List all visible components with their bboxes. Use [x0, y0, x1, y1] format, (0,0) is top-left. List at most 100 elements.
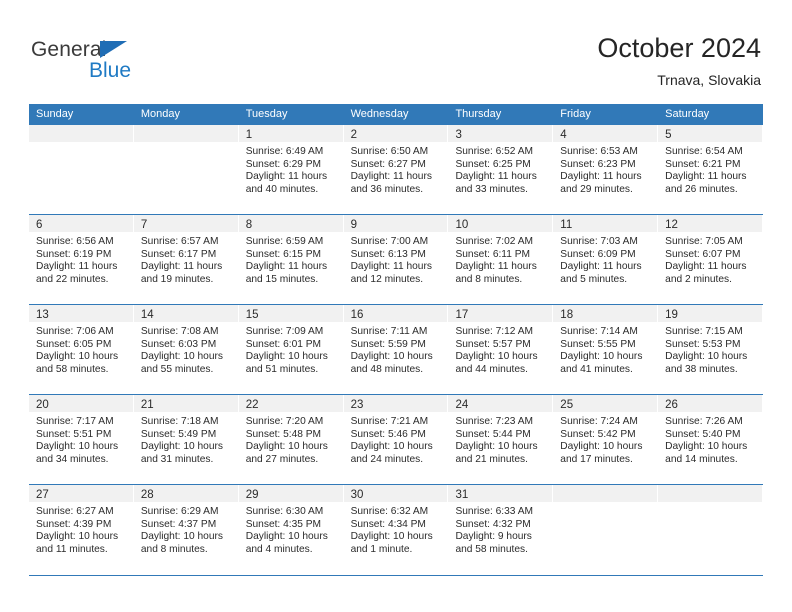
weekday-friday: Friday [560, 108, 591, 120]
calendar-day-cell-empty [553, 485, 659, 574]
calendar-day-cell[interactable]: 19 Sunrise: 7:15 AM Sunset: 5:53 PM Dayligh… [658, 305, 764, 394]
sunrise-text: Sunrise: 7:09 AM [245, 326, 324, 337]
day-number: 10 [455, 219, 469, 231]
daylight-text-line1: Daylight: 10 hours [140, 531, 223, 543]
calendar-day-cell[interactable]: 15 Sunrise: 7:09 AM Sunset: 6:01 PM Dayligh… [238, 305, 344, 394]
calendar-day-cell[interactable]: 6 Sunrise: 6:56 AM Sunset: 6:19 PM Daylight… [29, 215, 134, 304]
calendar-day-cell[interactable]: 4 Sunrise: 6:53 AM Sunset: 6:23 PM Daylight… [553, 125, 659, 214]
day-number: 26 [665, 399, 678, 411]
sunset-text: Sunset: 5:48 PM [245, 428, 322, 440]
calendar-day-cell[interactable]: 28 Sunrise: 6:29 AM Sunset: 4:37 PM Dayligh… [133, 485, 239, 574]
calendar-day-cell[interactable]: 17 Sunrise: 7:12 AM Sunset: 5:57 PM Dayligh… [448, 305, 554, 394]
calendar-day-cell[interactable]: 11 Sunrise: 7:03 AM Sunset: 6:09 PM Dayligh… [553, 215, 659, 304]
daylight-text-line1: Daylight: 11 hours [350, 171, 432, 183]
daylight-text-line1: Daylight: 11 hours [36, 261, 118, 273]
title-block: October 2024 Trnava, Slovakia [597, 32, 761, 90]
sunrise-text: Sunrise: 7:23 AM [455, 416, 534, 427]
day-number: 18 [560, 309, 574, 321]
day-number: 2 [350, 129, 357, 141]
sunset-text: Sunset: 6:29 PM [245, 158, 322, 170]
daylight-text-line1: Daylight: 10 hours [36, 441, 119, 453]
calendar-day-cell[interactable]: 2 Sunrise: 6:50 AM Sunset: 6:27 PM Daylight… [343, 125, 449, 214]
daylight-text-line1: Daylight: 10 hours [350, 531, 433, 543]
daylight-text-line1: Daylight: 11 hours [455, 171, 537, 183]
sunrise-text: Sunrise: 7:14 AM [560, 326, 638, 337]
sun-info: Sunrise: 7:08 AM Sunset: 6:03 PM Daylight:… [134, 322, 238, 376]
sunset-text: Sunset: 4:32 PM [455, 518, 531, 530]
daylight-text-line1: Daylight: 11 hours [245, 261, 328, 273]
calendar-day-cell[interactable]: 24 Sunrise: 7:23 AM Sunset: 5:44 PM Dayligh… [448, 395, 554, 484]
day-number-band: 11 [553, 215, 658, 232]
calendar-day-cell[interactable]: 26 Sunrise: 7:26 AM Sunset: 5:40 PM Dayligh… [658, 395, 764, 484]
sun-info: Sunrise: 7:09 AM Sunset: 6:01 PM Daylight:… [239, 322, 343, 376]
day-number-band: 12 [658, 215, 763, 232]
sun-info: Sunrise: 7:00 AM Sunset: 6:13 PM Daylight:… [344, 232, 448, 286]
day-number: 16 [350, 309, 364, 321]
day-number-band: 31 [448, 485, 553, 502]
calendar-week-row: 13 Sunrise: 7:06 AM Sunset: 6:05 PM Dayligh… [29, 304, 764, 394]
daylight-text-line2: and 33 minutes. [455, 183, 528, 195]
daylight-text-line2: and 8 minutes. [455, 273, 523, 285]
day-number-band: 16 [343, 305, 448, 322]
calendar-day-cell[interactable]: 22 Sunrise: 7:20 AM Sunset: 5:48 PM Dayligh… [238, 395, 344, 484]
sunset-text: Sunset: 6:13 PM [350, 248, 426, 260]
calendar-day-cell[interactable]: 29 Sunrise: 6:30 AM Sunset: 4:35 PM Dayligh… [238, 485, 344, 574]
day-number: 25 [560, 399, 574, 411]
triangle-icon [100, 41, 127, 58]
calendar-day-cell[interactable]: 14 Sunrise: 7:08 AM Sunset: 6:03 PM Dayligh… [133, 305, 239, 394]
calendar-day-cell[interactable]: 21 Sunrise: 7:18 AM Sunset: 5:49 PM Dayligh… [133, 395, 239, 484]
day-number: 15 [245, 309, 259, 321]
day-number: 29 [245, 489, 259, 501]
calendar-day-cell[interactable]: 1 Sunrise: 6:49 AM Sunset: 6:29 PM Daylight… [238, 125, 344, 214]
daylight-text-line1: Daylight: 11 hours [560, 171, 642, 183]
calendar-day-cell[interactable]: 23 Sunrise: 7:21 AM Sunset: 5:46 PM Dayligh… [343, 395, 449, 484]
calendar-day-cell[interactable]: 20 Sunrise: 7:17 AM Sunset: 5:51 PM Dayligh… [29, 395, 134, 484]
calendar-day-cell[interactable]: 27 Sunrise: 6:27 AM Sunset: 4:39 PM Dayligh… [29, 485, 134, 574]
brand-logo[interactable]: General Blue [31, 38, 181, 86]
calendar-day-cell[interactable]: 3 Sunrise: 6:52 AM Sunset: 6:25 PM Daylight… [448, 125, 554, 214]
calendar-day-cell[interactable]: 7 Sunrise: 6:57 AM Sunset: 6:17 PM Daylight… [133, 215, 239, 304]
sunset-text: Sunset: 6:23 PM [560, 158, 636, 170]
sun-info: Sunrise: 6:32 AM Sunset: 4:34 PM Daylight:… [344, 502, 448, 556]
day-number: 12 [665, 219, 678, 231]
daylight-text-line2: and 8 minutes. [140, 543, 208, 555]
daylight-text-line1: Daylight: 10 hours [560, 351, 643, 363]
day-number: 19 [665, 309, 678, 321]
weekday-saturday: Saturday [665, 108, 710, 120]
calendar-day-cell[interactable]: 13 Sunrise: 7:06 AM Sunset: 6:05 PM Dayligh… [29, 305, 134, 394]
daylight-text-line1: Daylight: 10 hours [560, 441, 643, 453]
sunrise-text: Sunrise: 7:15 AM [665, 326, 743, 337]
day-number-band: 5 [658, 125, 763, 142]
calendar-day-cell[interactable]: 12 Sunrise: 7:05 AM Sunset: 6:07 PM Dayligh… [658, 215, 764, 304]
calendar-day-cell[interactable]: 10 Sunrise: 7:02 AM Sunset: 6:11 PM Dayligh… [448, 215, 554, 304]
day-number-band: 14 [133, 305, 238, 322]
calendar-day-cell[interactable]: 5 Sunrise: 6:54 AM Sunset: 6:21 PM Daylight… [658, 125, 764, 214]
sun-info: Sunrise: 6:50 AM Sunset: 6:27 PM Daylight:… [344, 142, 448, 196]
page-subtitle: Trnava, Slovakia [657, 72, 761, 88]
calendar-day-cell[interactable]: 8 Sunrise: 6:59 AM Sunset: 6:15 PM Daylight… [238, 215, 344, 304]
calendar-day-cell[interactable]: 31 Sunrise: 6:33 AM Sunset: 4:32 PM Dayligh… [448, 485, 554, 574]
day-number-band: 8 [238, 215, 343, 232]
day-number: 24 [455, 399, 469, 411]
sunset-text: Sunset: 6:21 PM [665, 158, 741, 170]
day-number: 8 [245, 219, 253, 231]
calendar-day-cell[interactable]: 9 Sunrise: 7:00 AM Sunset: 6:13 PM Daylight… [343, 215, 449, 304]
sunset-text: Sunset: 4:35 PM [245, 518, 322, 530]
calendar-day-cell[interactable]: 16 Sunrise: 7:11 AM Sunset: 5:59 PM Dayligh… [343, 305, 449, 394]
daylight-text-line2: and 40 minutes. [245, 183, 319, 195]
daylight-text-line2: and 29 minutes. [560, 183, 633, 195]
day-number: 21 [140, 399, 154, 411]
daylight-text-line2: and 58 minutes. [36, 363, 109, 375]
sunrise-text: Sunrise: 6:49 AM [245, 146, 324, 157]
daylight-text-line2: and 22 minutes. [36, 273, 109, 285]
calendar-day-cell[interactable]: 25 Sunrise: 7:24 AM Sunset: 5:42 PM Dayligh… [553, 395, 659, 484]
sunrise-text: Sunrise: 7:00 AM [350, 236, 429, 247]
calendar-day-cell[interactable]: 18 Sunrise: 7:14 AM Sunset: 5:55 PM Dayligh… [553, 305, 659, 394]
daylight-text-line1: Daylight: 10 hours [350, 351, 433, 363]
sunrise-text: Sunrise: 7:17 AM [36, 416, 114, 427]
sun-info: Sunrise: 7:17 AM Sunset: 5:51 PM Daylight:… [29, 412, 133, 466]
daylight-text-line2: and 34 minutes. [36, 453, 109, 465]
sunset-text: Sunset: 5:46 PM [350, 428, 426, 440]
calendar-day-cell[interactable]: 30 Sunrise: 6:32 AM Sunset: 4:34 PM Dayligh… [343, 485, 449, 574]
sunrise-text: Sunrise: 6:53 AM [560, 146, 638, 157]
